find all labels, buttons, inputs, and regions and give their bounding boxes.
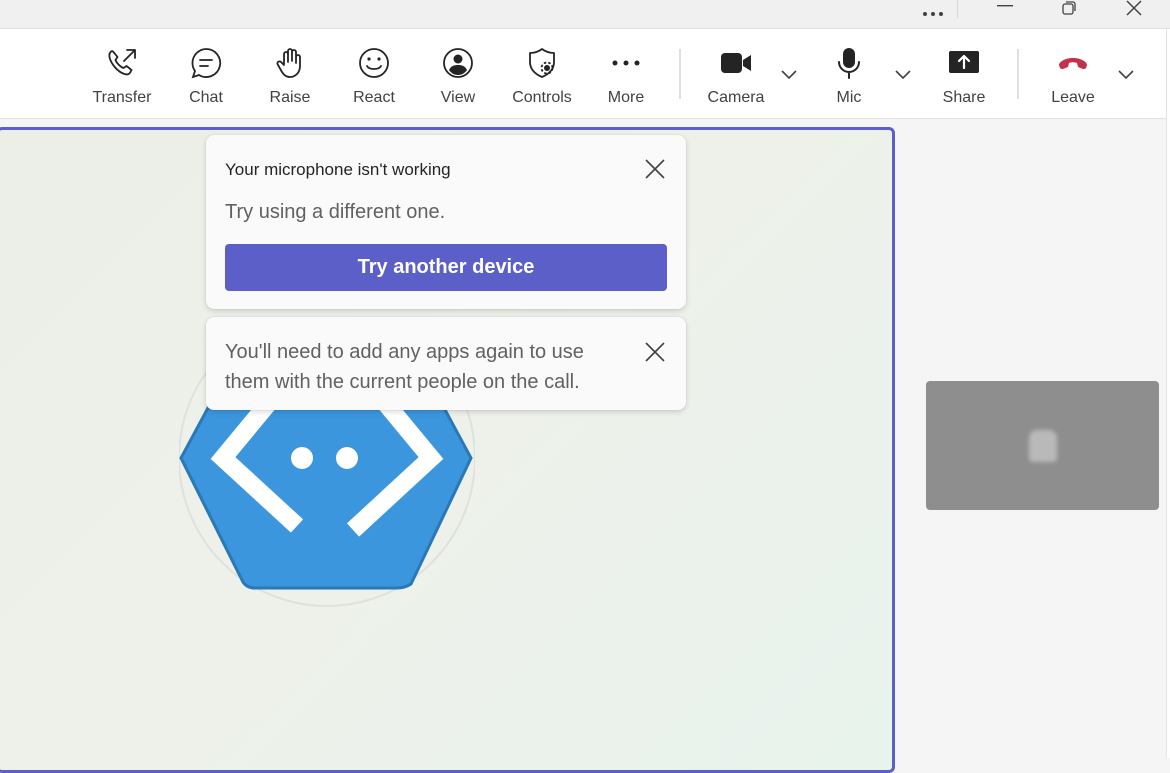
- close-icon[interactable]: [644, 158, 666, 180]
- toolbar-divider: [1017, 49, 1019, 99]
- ellipsis-icon[interactable]: [918, 0, 948, 28]
- camera-options-chevron-down-icon[interactable]: [780, 67, 798, 81]
- ellipsis-icon: [606, 43, 646, 83]
- restore-icon[interactable]: [1054, 0, 1084, 22]
- leave-button[interactable]: Leave: [1041, 29, 1105, 118]
- hang-up-icon: [1053, 43, 1093, 83]
- popup-subtitle: Try using a different one.: [225, 201, 446, 223]
- share-button[interactable]: Share: [931, 29, 997, 118]
- try-another-device-button[interactable]: Try another device: [225, 244, 667, 291]
- more-label: More: [607, 89, 645, 106]
- share-label: Share: [942, 89, 986, 106]
- popup-title: Your microphone isn't working: [225, 160, 451, 179]
- participant-blurred-avatar: [1028, 429, 1057, 462]
- popup-message: You'll need to add any apps again to use…: [225, 341, 584, 393]
- view-label: View: [440, 89, 476, 106]
- video-camera-icon: [716, 43, 756, 83]
- raise-hand-button[interactable]: Raise: [257, 29, 323, 118]
- mic-label: Mic: [836, 89, 862, 106]
- view-icon: [438, 43, 478, 83]
- raise-hand-icon: [270, 43, 310, 83]
- close-icon[interactable]: [1119, 0, 1149, 22]
- view-button[interactable]: View: [425, 29, 491, 118]
- controls-button[interactable]: Controls: [504, 29, 580, 118]
- camera-label: Camera: [707, 89, 765, 106]
- raise-label: Raise: [269, 89, 311, 106]
- react-label: React: [353, 89, 395, 106]
- leave-options-chevron-down-icon[interactable]: [1117, 67, 1135, 81]
- mic-options-chevron-down-icon[interactable]: [894, 67, 912, 81]
- leave-label: Leave: [1051, 89, 1095, 106]
- share-screen-icon: [944, 43, 984, 83]
- chat-button[interactable]: Chat: [173, 29, 239, 118]
- chat-icon: [186, 43, 226, 83]
- meeting-toolbar: Transfer Chat Raise React View Controls …: [0, 29, 1166, 119]
- react-button[interactable]: React: [341, 29, 407, 118]
- microphone-icon: [829, 43, 869, 83]
- window-right-edge: [1166, 29, 1170, 758]
- chat-label: Chat: [189, 89, 223, 106]
- mic-not-working-popup: Your microphone isn't working Try using …: [206, 135, 686, 309]
- mic-button[interactable]: Mic: [820, 29, 878, 118]
- minimize-icon[interactable]: [990, 0, 1020, 20]
- more-button[interactable]: More: [593, 29, 659, 118]
- transfer-label: Transfer: [92, 89, 152, 106]
- camera-button[interactable]: Camera: [700, 29, 772, 118]
- transfer-button[interactable]: Transfer: [88, 29, 156, 118]
- toolbar-divider: [679, 49, 681, 99]
- phone-transfer-icon: [102, 43, 142, 83]
- title-bar-divider: [957, 0, 958, 18]
- window-title-bar: [0, 0, 1170, 29]
- controls-label: Controls: [512, 89, 572, 106]
- participant-thumbnail[interactable]: [926, 381, 1159, 510]
- apps-notice-popup: You'll need to add any apps again to use…: [206, 317, 686, 410]
- smiley-icon: [354, 43, 394, 83]
- close-icon[interactable]: [644, 341, 666, 363]
- shield-gear-icon: [522, 43, 562, 83]
